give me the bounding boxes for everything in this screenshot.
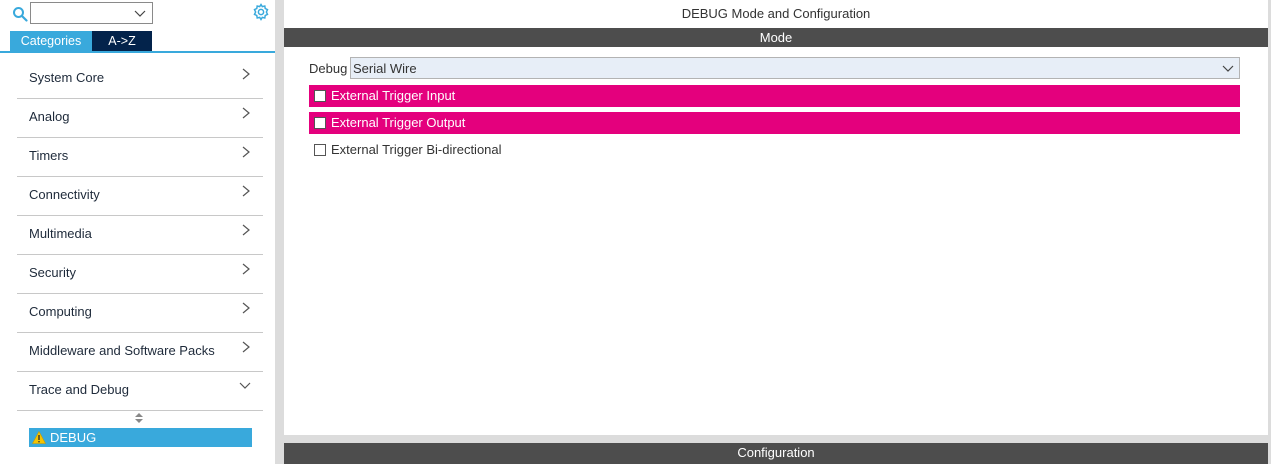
- category-computing[interactable]: Computing: [17, 294, 263, 333]
- mode-section-header[interactable]: Mode: [284, 28, 1268, 47]
- option-label: External Trigger Output: [331, 115, 466, 130]
- category-label: System Core: [29, 70, 105, 85]
- debug-mode-select[interactable]: Serial Wire: [350, 57, 1240, 79]
- category-label: Multimedia: [29, 226, 92, 241]
- search-icon[interactable]: [12, 6, 28, 22]
- category-label: Connectivity: [29, 187, 100, 202]
- external-trigger-bidirectional-checkbox[interactable]: [314, 144, 326, 156]
- panel-splitter[interactable]: [275, 0, 284, 464]
- chevron-right-icon: [242, 68, 250, 80]
- chevron-right-icon: [242, 341, 250, 353]
- tab-a-to-z[interactable]: A->Z: [92, 31, 152, 51]
- category-trace-and-debug[interactable]: Trace and Debug: [17, 372, 263, 411]
- warning-icon: [32, 431, 46, 444]
- tab-underline: [0, 51, 275, 53]
- peripheral-item-label: DEBUG: [50, 430, 97, 445]
- chevron-down-icon: [239, 382, 251, 389]
- category-label: Timers: [29, 148, 69, 163]
- category-timers[interactable]: Timers: [17, 138, 263, 177]
- category-label: Security: [29, 265, 76, 280]
- search-row: [0, 0, 275, 28]
- option-external-trigger-output: External Trigger Output: [309, 112, 1240, 134]
- tab-categories[interactable]: Categories: [10, 31, 92, 51]
- chevron-right-icon: [242, 146, 250, 158]
- gear-icon[interactable]: [252, 3, 270, 21]
- left-panel: Categories A->Z System Core Analog Timer…: [0, 0, 275, 464]
- chevron-down-icon: [134, 10, 146, 17]
- category-multimedia[interactable]: Multimedia: [17, 216, 263, 255]
- peripheral-item-debug[interactable]: DEBUG: [29, 428, 252, 447]
- category-analog[interactable]: Analog: [17, 99, 263, 138]
- right-panel: DEBUG Mode and Configuration Mode Debug …: [284, 0, 1268, 464]
- debug-label: Debug: [309, 61, 348, 76]
- category-middleware[interactable]: Middleware and Software Packs: [17, 333, 263, 372]
- page-title: DEBUG Mode and Configuration: [681, 6, 871, 21]
- search-combobox[interactable]: [30, 2, 153, 24]
- chevron-right-icon: [242, 185, 250, 197]
- option-label: External Trigger Input: [331, 88, 456, 103]
- category-security[interactable]: Security: [17, 255, 263, 294]
- chevron-right-icon: [242, 302, 250, 314]
- sort-icon[interactable]: [134, 412, 144, 424]
- option-external-trigger-input: External Trigger Input: [309, 85, 1240, 107]
- chevron-right-icon: [242, 107, 250, 119]
- option-label: External Trigger Bi-directional: [331, 142, 502, 157]
- external-trigger-output-checkbox[interactable]: [314, 117, 326, 129]
- option-external-trigger-bidirectional: External Trigger Bi-directional: [309, 139, 1240, 161]
- chevron-right-icon: [242, 224, 250, 236]
- section-splitter[interactable]: [284, 435, 1268, 443]
- external-trigger-input-checkbox[interactable]: [314, 90, 326, 102]
- category-label: Trace and Debug: [29, 382, 129, 397]
- configuration-section-header[interactable]: Configuration: [284, 443, 1268, 464]
- category-label: Computing: [29, 304, 92, 319]
- category-system-core[interactable]: System Core: [17, 60, 263, 99]
- chevron-right-icon: [242, 263, 250, 275]
- category-label: Middleware and Software Packs: [29, 343, 215, 358]
- category-connectivity[interactable]: Connectivity: [17, 177, 263, 216]
- category-list: System Core Analog Timers Connectivity M…: [17, 60, 263, 411]
- category-label: Analog: [29, 109, 70, 124]
- chevron-down-icon: [1222, 65, 1234, 72]
- debug-mode-value: Serial Wire: [353, 61, 417, 76]
